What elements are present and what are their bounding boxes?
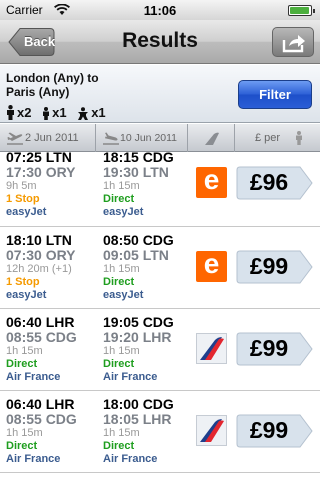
children-count: x1 <box>42 105 67 120</box>
departure-date: 2 Jun 2011 <box>25 132 79 144</box>
infants-count-value: x1 <box>91 105 106 120</box>
clock: 11:06 <box>143 3 177 18</box>
infants-count: x1 <box>77 105 106 120</box>
air-france-logo <box>196 415 227 446</box>
takeoff-icon <box>7 132 23 145</box>
return-stops: Direct <box>103 358 135 370</box>
battery-icon <box>288 5 315 16</box>
outbound-arrival: 08:55 CDG <box>6 329 77 345</box>
price-value: £99 <box>249 253 289 279</box>
outbound-duration: 9h 5m <box>6 180 37 192</box>
outbound-departure: 06:40 LHR <box>6 314 75 330</box>
return-stops: Direct <box>103 440 135 452</box>
return-duration: 1h 15m <box>103 263 140 275</box>
return-leg: 18:15 CDG 19:30 LTN 1h 15m Direct easyJe… <box>103 152 198 219</box>
sort-by-airline-tab[interactable] <box>188 124 235 152</box>
return-stops: Direct <box>103 193 135 205</box>
price-per-label: £ per <box>255 132 281 144</box>
outbound-stops: 1 Stop <box>6 193 40 205</box>
sort-bar: 2 Jun 2011 10 Jun 2011 £ per <box>0 124 320 152</box>
price-button[interactable]: £96 <box>236 166 314 200</box>
return-airline: Air France <box>103 371 158 383</box>
return-airline: Air France <box>103 453 158 465</box>
outbound-arrival: 08:55 CDG <box>6 411 77 427</box>
outbound-departure: 18:10 LTN <box>6 232 72 248</box>
price-button[interactable]: £99 <box>236 250 314 284</box>
outbound-duration: 12h 20m (+1) <box>6 263 72 275</box>
outbound-arrival: 07:30 ORY <box>6 247 76 263</box>
air-france-tail-icon <box>200 337 224 360</box>
return-arrival: 19:20 LHR <box>103 329 172 345</box>
outbound-stops: Direct <box>6 358 38 370</box>
return-airline: easyJet <box>103 206 144 218</box>
outbound-stops: 1 Stop <box>6 276 40 288</box>
share-button[interactable] <box>272 27 314 57</box>
return-duration: 1h 15m <box>103 180 140 192</box>
infant-icon <box>78 107 89 120</box>
outbound-leg: 07:25 LTN 17:30 ORY 9h 5m 1 Stop easyJet <box>6 152 101 219</box>
adults-count: x2 <box>6 105 31 120</box>
outbound-arrival: 17:30 ORY <box>6 164 76 180</box>
sort-by-price-tab[interactable]: £ per <box>235 124 320 152</box>
price-button[interactable]: £99 <box>236 332 314 366</box>
return-stops: Direct <box>103 276 135 288</box>
return-date: 10 Jun 2011 <box>120 132 178 144</box>
landing-icon <box>103 132 119 145</box>
return-arrival: 09:05 LTN <box>103 247 169 263</box>
sort-by-return-tab[interactable]: 10 Jun 2011 <box>96 124 188 152</box>
children-count-value: x1 <box>52 105 67 120</box>
return-duration: 1h 15m <box>103 427 140 439</box>
status-bar: Carrier 11:06 <box>0 0 320 20</box>
route-summary: London (Any) to Paris (Any) <box>6 71 99 99</box>
outbound-leg: 18:10 LTN 07:30 ORY 12h 20m (+1) 1 Stop … <box>6 233 101 302</box>
outbound-airline: Air France <box>6 371 61 383</box>
return-leg: 08:50 CDG 09:05 LTN 1h 15m Direct easyJe… <box>103 233 198 302</box>
adult-icon <box>7 105 14 120</box>
outbound-departure: 06:40 LHR <box>6 396 75 412</box>
outbound-leg: 06:40 LHR 08:55 CDG 1h 15m Direct Air Fr… <box>6 397 101 466</box>
easyjet-logo: e <box>196 164 227 198</box>
easyjet-logo: e <box>196 248 227 282</box>
filter-button[interactable]: Filter <box>238 80 312 109</box>
airline-tail-icon <box>205 132 219 145</box>
air-france-tail-icon <box>200 419 224 442</box>
sort-by-departure-tab[interactable]: 2 Jun 2011 <box>0 124 96 152</box>
search-summary: London (Any) to Paris (Any) x2 x1 x1 Fil… <box>0 65 320 123</box>
outbound-leg: 06:40 LHR 08:55 CDG 1h 15m Direct Air Fr… <box>6 315 101 384</box>
adults-count-value: x2 <box>17 105 32 120</box>
results-list: 07:25 LTN 17:30 ORY 9h 5m 1 Stop easyJet… <box>0 152 320 480</box>
outbound-duration: 1h 15m <box>6 427 43 439</box>
air-france-logo <box>196 333 227 364</box>
return-departure: 19:05 CDG <box>103 314 174 330</box>
result-row[interactable]: 07:25 LTN 17:30 ORY 9h 5m 1 Stop easyJet… <box>0 152 320 227</box>
outbound-duration: 1h 15m <box>6 345 43 357</box>
return-arrival: 18:05 LHR <box>103 411 172 427</box>
person-icon <box>296 131 302 145</box>
child-icon <box>43 107 50 120</box>
navigation-bar: Back Results <box>0 20 320 64</box>
result-row[interactable]: 18:10 LTN 07:30 ORY 12h 20m (+1) 1 Stop … <box>0 228 320 309</box>
price-value: £99 <box>249 335 289 361</box>
route-origin: London (Any) to <box>6 71 99 85</box>
outbound-airline: Air France <box>6 453 61 465</box>
share-icon <box>282 35 305 53</box>
return-airline: easyJet <box>103 289 144 301</box>
return-leg: 18:00 CDG 18:05 LHR 1h 15m Direct Air Fr… <box>103 397 198 466</box>
return-departure: 18:00 CDG <box>103 396 174 412</box>
outbound-airline: easyJet <box>6 206 47 218</box>
passenger-counts: x2 x1 x1 <box>6 105 113 120</box>
price-value: £99 <box>249 417 289 443</box>
price-value: £96 <box>249 169 289 195</box>
outbound-stops: Direct <box>6 440 38 452</box>
result-row[interactable]: 06:40 LHR 08:55 CDG 1h 15m Direct Air Fr… <box>0 310 320 391</box>
return-leg: 19:05 CDG 19:20 LHR 1h 15m Direct Air Fr… <box>103 315 198 384</box>
return-departure: 08:50 CDG <box>103 232 174 248</box>
result-row[interactable]: 06:40 LHR 08:55 CDG 1h 15m Direct Air Fr… <box>0 392 320 473</box>
return-duration: 1h 15m <box>103 345 140 357</box>
outbound-airline: easyJet <box>6 289 47 301</box>
return-arrival: 19:30 LTN <box>103 164 169 180</box>
price-button[interactable]: £99 <box>236 414 314 448</box>
route-destination: Paris (Any) <box>6 85 70 99</box>
